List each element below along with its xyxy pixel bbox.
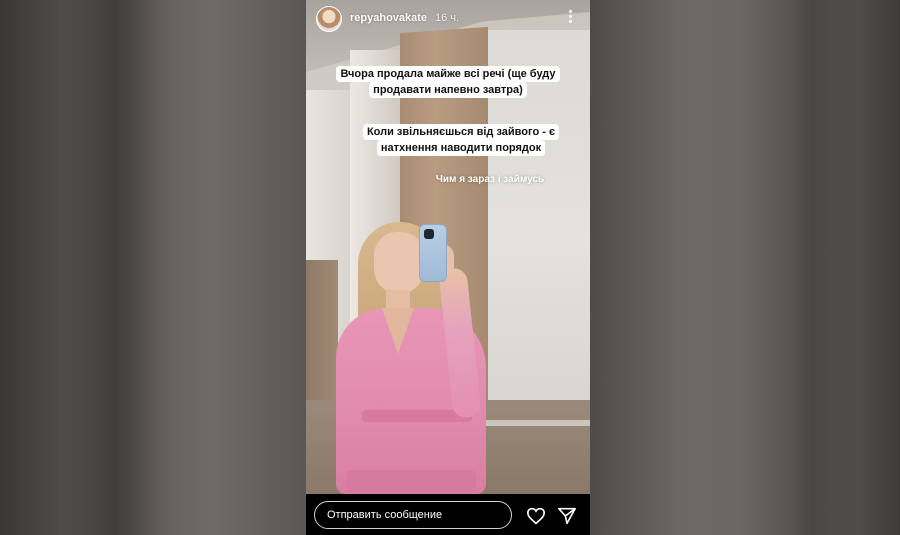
story-viewer[interactable]: repyahovakate 16 ч. Вчора продала майже …: [306, 0, 590, 535]
avatar[interactable]: [316, 6, 342, 32]
phone-camera: [424, 229, 434, 239]
more-vertical-icon[interactable]: [564, 8, 576, 28]
time-ago: 16 ч.: [435, 12, 460, 24]
caption-sticker-1: Вчора продала майже всі речі (ще буду пр…: [326, 66, 570, 98]
send-icon[interactable]: [557, 507, 577, 525]
person-legs: [346, 470, 476, 494]
caption-line: Коли звільняєшься від зайвого - є: [362, 124, 560, 140]
username[interactable]: repyahovakate: [350, 12, 427, 24]
doorway: [306, 260, 338, 420]
caption-text-3: Чим я зараз і займусь: [435, 174, 545, 185]
caption-line: продавати напевно завтра): [369, 82, 527, 98]
heart-icon[interactable]: [526, 507, 546, 525]
story-header: repyahovakate 16 ч.: [306, 0, 590, 36]
baseboard: [486, 420, 590, 426]
person-face: [374, 232, 424, 294]
caption-line: натхнення наводити порядок: [376, 140, 546, 156]
caption-line: Вчора продала майже всі речі (ще буду: [336, 66, 560, 82]
smartphone: [419, 224, 447, 282]
message-input[interactable]: Отправить сообщение: [314, 501, 512, 529]
message-placeholder: Отправить сообщение: [327, 509, 443, 521]
caption-sticker-2: Коли звільняєшься від зайвого - є натхне…: [356, 124, 566, 156]
reply-bar: Отправить сообщение: [306, 494, 590, 535]
blurred-background-left: [0, 0, 306, 535]
blurred-background-right: [590, 0, 900, 535]
